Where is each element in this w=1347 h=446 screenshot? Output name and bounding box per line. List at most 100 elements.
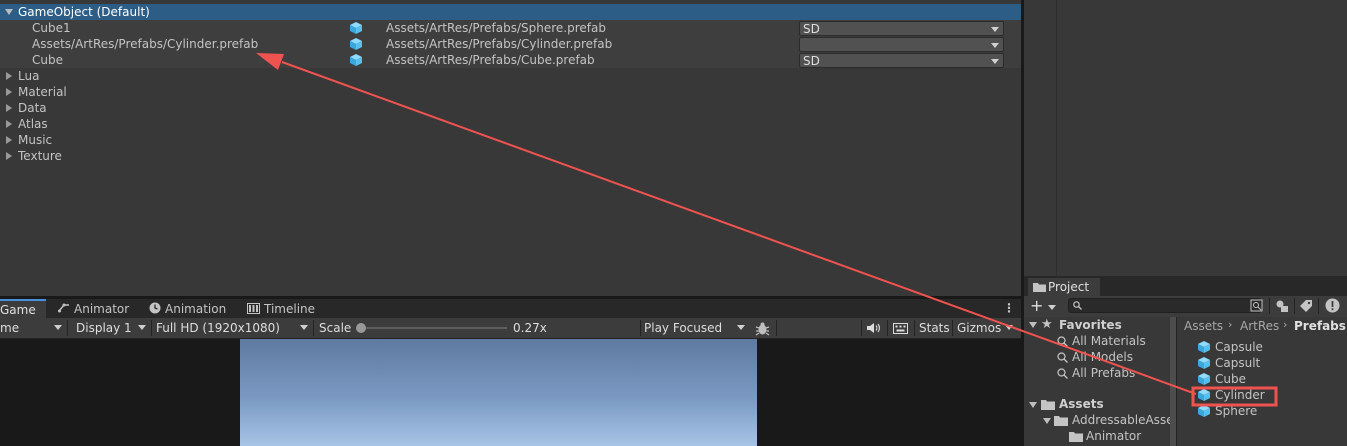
group-name: Material [18,85,67,99]
game-view-dropdown[interactable]: me [0,320,66,336]
favorites-star-icon: ★ [1041,317,1053,332]
toolbar-separator [151,320,152,336]
assets-title[interactable]: Assets [1059,397,1104,411]
dropdown-value: Play Focused [644,321,723,335]
collapse-arrow-icon[interactable] [6,120,12,128]
collapse-arrow-icon[interactable] [6,104,12,112]
tab-label: Timeline [264,302,316,316]
toolbar-separator [887,320,888,336]
toolbar-separator [776,320,777,336]
tab-animator[interactable]: Animator [58,299,138,318]
dropdown-arrow-icon [138,325,146,330]
dropdown-arrow-icon [300,325,308,330]
dropdown-arrow-icon [991,59,999,64]
prefab-cube-icon [1198,389,1210,401]
expand-arrow-icon[interactable] [1029,402,1037,408]
label-dropdown[interactable]: SD [799,53,1004,68]
dropdown-arrow-icon [1005,325,1013,330]
timeline-icon [247,303,260,314]
collapse-arrow-icon[interactable] [6,72,12,80]
group-row-texture[interactable]: Texture [0,148,1021,164]
prefab-cube-icon [350,22,362,34]
entry-name: Cube [32,53,63,67]
list-item[interactable]: Capsult [1197,355,1317,371]
gizmos-dropdown[interactable]: Gizmos [955,320,1019,336]
display-dropdown[interactable]: Display 1 [70,320,150,336]
tab-menu-icon[interactable]: ⋮ [1003,301,1015,316]
label-value: SD [803,22,820,36]
favorite-item[interactable]: All Materials [1072,334,1146,348]
tab-label: Animator [74,302,130,316]
favorite-item[interactable]: All Prefabs [1072,366,1135,380]
bug-icon[interactable] [755,321,770,336]
group-row-material[interactable]: Material [0,84,1021,100]
project-folder-tree: ★ Favorites All Materials All Models All… [1024,317,1174,446]
search-by-type-icon[interactable] [1250,299,1263,312]
filter-by-type-icon[interactable] [1275,299,1289,313]
folder-icon [1069,432,1083,442]
tree-folder[interactable]: AddressableAsse [1072,413,1174,427]
toolbar-separator [67,320,68,336]
create-arrow-icon[interactable] [1048,305,1056,310]
collapse-arrow-icon[interactable] [6,152,12,160]
play-mode-dropdown[interactable]: Play Focused [642,320,749,336]
favorite-item[interactable]: All Models [1072,350,1133,364]
addressables-panel: GameObject (Default) Cube1 Assets/ArtRes… [0,0,1021,296]
scale-slider-thumb[interactable] [356,323,366,333]
stats-button[interactable]: Stats [919,321,950,335]
favorites-title[interactable]: Favorites [1059,318,1122,332]
speaker-icon[interactable] [866,322,881,334]
list-item[interactable]: Sphere [1197,403,1317,419]
animator-icon [58,303,69,313]
collapse-arrow-icon[interactable] [6,88,12,96]
group-row-gameobject-default[interactable]: GameObject (Default) [0,4,1021,20]
scale-slider-track[interactable] [360,327,507,329]
inspector-panel [1024,0,1347,276]
list-item[interactable]: Capsule [1197,339,1317,355]
warning-icon[interactable] [1325,298,1340,313]
resolution-dropdown[interactable]: Full HD (1920x1080) [153,320,312,336]
tab-label: Project [1048,280,1090,294]
tab-label: Game [0,303,36,317]
inspector-divider [1056,0,1057,276]
entry-path: Assets/ArtRes/Prefabs/Sphere.prefab [386,21,606,35]
game-view-viewport[interactable] [0,339,1021,446]
search-input[interactable] [1068,298,1262,313]
group-row-data[interactable]: Data [0,100,1021,116]
prefab-cube-icon [350,38,362,50]
group-row-lua[interactable]: Lua [0,68,1021,84]
keyboard-icon[interactable] [893,323,908,334]
label-dropdown[interactable]: SD [799,21,1004,36]
collapse-arrow-icon[interactable] [6,136,12,144]
file-name: Cylinder [1215,388,1265,402]
group-row-music[interactable]: Music [0,132,1021,148]
expand-arrow-icon[interactable] [1029,322,1037,328]
entry-row[interactable]: Assets/ArtRes/Prefabs/Cylinder.prefab As… [0,36,1021,52]
dropdown-value: Display 1 [76,321,132,335]
file-name: Capsult [1215,356,1261,370]
entry-row[interactable]: Cube Assets/ArtRes/Prefabs/Cube.prefab S… [0,52,1021,68]
breadcrumb-item[interactable]: ArtRes [1240,319,1279,333]
label-value: SD [803,54,820,68]
breadcrumb-item[interactable]: Prefabs [1294,319,1346,333]
tab-timeline[interactable]: Timeline [247,299,327,318]
create-plus-icon[interactable]: + [1030,296,1043,316]
label-tag-icon[interactable] [1299,299,1313,313]
tab-project[interactable]: Project [1028,278,1100,296]
toolbar-separator [640,320,641,336]
list-item-cylinder[interactable]: Cylinder [1197,387,1317,403]
scale-label: Scale [319,321,352,335]
label-dropdown[interactable] [799,37,1004,52]
tree-folder[interactable]: Animator [1086,429,1141,443]
expand-arrow-icon[interactable] [1043,418,1051,424]
list-item[interactable]: Cube [1197,371,1317,387]
search-icon [1057,336,1068,347]
group-row-atlas[interactable]: Atlas [0,116,1021,132]
breadcrumb-item[interactable]: Assets [1184,319,1223,333]
expand-arrow-icon[interactable] [5,9,13,15]
tab-animation[interactable]: Animation [149,299,235,318]
entry-row[interactable]: Cube1 Assets/ArtRes/Prefabs/Sphere.prefa… [0,20,1021,36]
dropdown-arrow-icon [737,325,745,330]
tab-game[interactable]: Game [0,299,46,318]
game-view-toolbar: me Display 1 Full HD (1920x1080) Scale 0… [0,318,1021,339]
